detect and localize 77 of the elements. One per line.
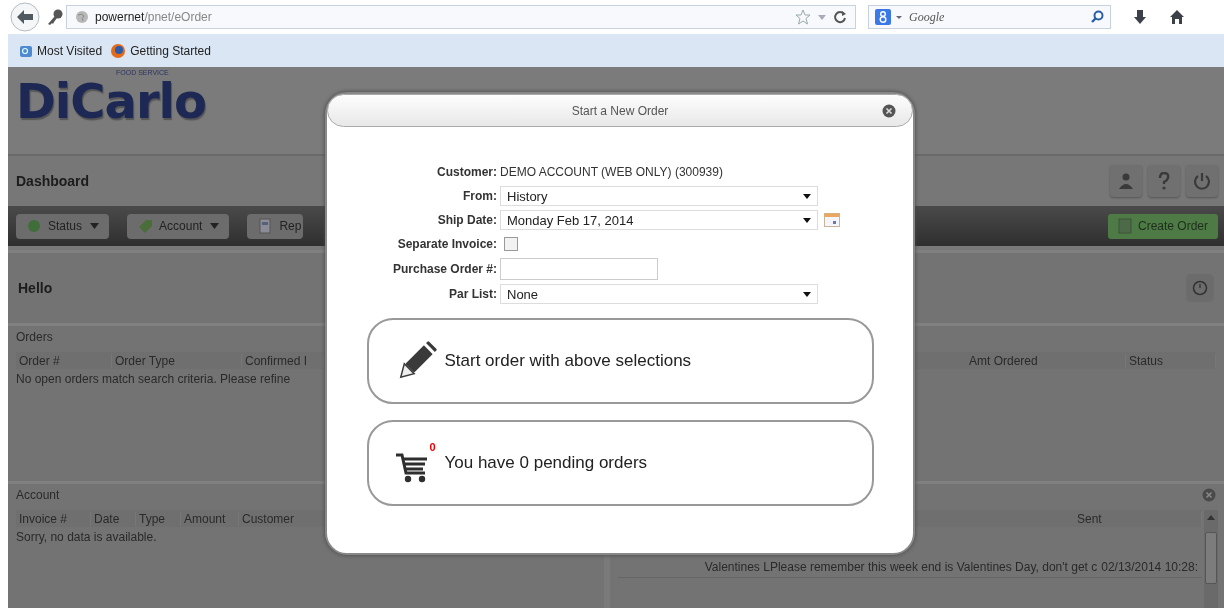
dropdown-icon[interactable] (895, 13, 903, 21)
dropdown[interactable]: Monday Feb 17, 2014 (500, 210, 818, 230)
star-icon[interactable] (795, 9, 811, 25)
empty-message: Sorry, no data is available. (16, 529, 158, 544)
caret-icon (803, 291, 811, 297)
panel-title: Orders (16, 330, 53, 344)
field-label: Separate Invoice: (396, 237, 498, 251)
address-bar[interactable]: powernet/pnet/eOrder (66, 5, 856, 29)
column-header[interactable]: Date (91, 511, 136, 526)
checkbox[interactable] (504, 237, 518, 251)
url-text: powernet/pnet/eOrder (95, 10, 212, 24)
help-icon (1157, 172, 1171, 190)
caret-icon (210, 222, 220, 230)
column-header[interactable]: Invoice # (16, 511, 91, 526)
search-icon[interactable] (1090, 10, 1104, 24)
column-header[interactable]: Type (136, 511, 181, 526)
caret-icon (803, 193, 811, 199)
column-header[interactable]: Amt Ordered (966, 353, 1126, 368)
calendar-icon[interactable] (824, 213, 840, 227)
download-icon[interactable] (1133, 9, 1147, 25)
search-input[interactable]: Google (907, 8, 1086, 26)
table-cell: Valentines LPlease remember this week end is Valentines Day, don't get c (704, 560, 1098, 574)
toolbar-button[interactable]: Rep (247, 213, 304, 239)
reload-icon[interactable] (833, 10, 847, 24)
user-button[interactable] (1110, 165, 1142, 197)
empty-message: No open orders match search criteria. Please refine (16, 371, 292, 386)
power-button[interactable] (1186, 165, 1218, 197)
tag-icon (137, 218, 154, 234)
start-order-button[interactable]: Start order with above selections (366, 318, 874, 404)
field-label: Purchase Order #: (391, 262, 498, 276)
scroll-thumb[interactable] (1205, 532, 1217, 584)
column-header[interactable]: Status (1126, 353, 1216, 368)
home-icon[interactable] (1169, 9, 1185, 25)
column-header[interactable]: Order # (16, 353, 112, 368)
menu-button[interactable]: Status (16, 213, 110, 239)
caret-icon (803, 217, 811, 223)
column-header[interactable]: Amount (181, 511, 239, 526)
scrollbar[interactable] (1204, 510, 1218, 608)
status-icon (26, 218, 42, 234)
table-cell: 02/13/2014 10:28: (1101, 560, 1198, 574)
pending-orders-button[interactable]: 0 You have 0 pending orders (366, 420, 874, 506)
count-badge: 0 (428, 441, 437, 453)
close-icon[interactable] (882, 104, 896, 118)
dropdown-icon[interactable] (817, 12, 827, 22)
field-label: From: (462, 189, 498, 203)
menu-button[interactable]: Account (127, 213, 230, 239)
create-order-button[interactable]: Create Order (1107, 213, 1218, 239)
panel-title: Hello (18, 280, 53, 296)
caret-icon (90, 222, 100, 230)
key-icon (46, 8, 64, 26)
dropdown[interactable]: None (500, 284, 818, 304)
page-title: Dashboard (16, 173, 90, 189)
bookmark-item[interactable]: Getting Started (110, 42, 211, 59)
refresh-button[interactable] (1186, 274, 1214, 302)
user-icon (1117, 172, 1135, 190)
input-field[interactable] (500, 258, 658, 280)
field-label: Par List: (448, 287, 498, 301)
document-icon (1117, 218, 1132, 234)
field-value: DEMO ACCOUNT (WEB ONLY) (300939) (500, 165, 723, 179)
document-icon (257, 218, 274, 234)
logo: DiCarlo (16, 77, 206, 125)
search-field[interactable]: Google (868, 5, 1111, 29)
power-icon (1193, 172, 1211, 190)
search-engine-icon[interactable] (875, 9, 891, 25)
column-header[interactable]: Customer (239, 511, 299, 526)
field-label: Customer: (436, 165, 498, 179)
help-button[interactable] (1148, 165, 1180, 197)
panel-title: Account (16, 488, 60, 502)
column-header[interactable]: Order Type (112, 353, 242, 368)
field-label: Ship Date: (436, 213, 498, 227)
column-header[interactable]: Sent (1074, 511, 1202, 526)
scroll-up-icon[interactable] (1207, 514, 1215, 520)
bookmark-item[interactable]: Most Visited (19, 43, 103, 58)
back-icon[interactable] (8, 2, 42, 32)
dialog-title: Start a New Order (571, 103, 669, 118)
column-header[interactable]: Confirmed I (242, 353, 324, 368)
dropdown[interactable]: History (500, 186, 818, 206)
